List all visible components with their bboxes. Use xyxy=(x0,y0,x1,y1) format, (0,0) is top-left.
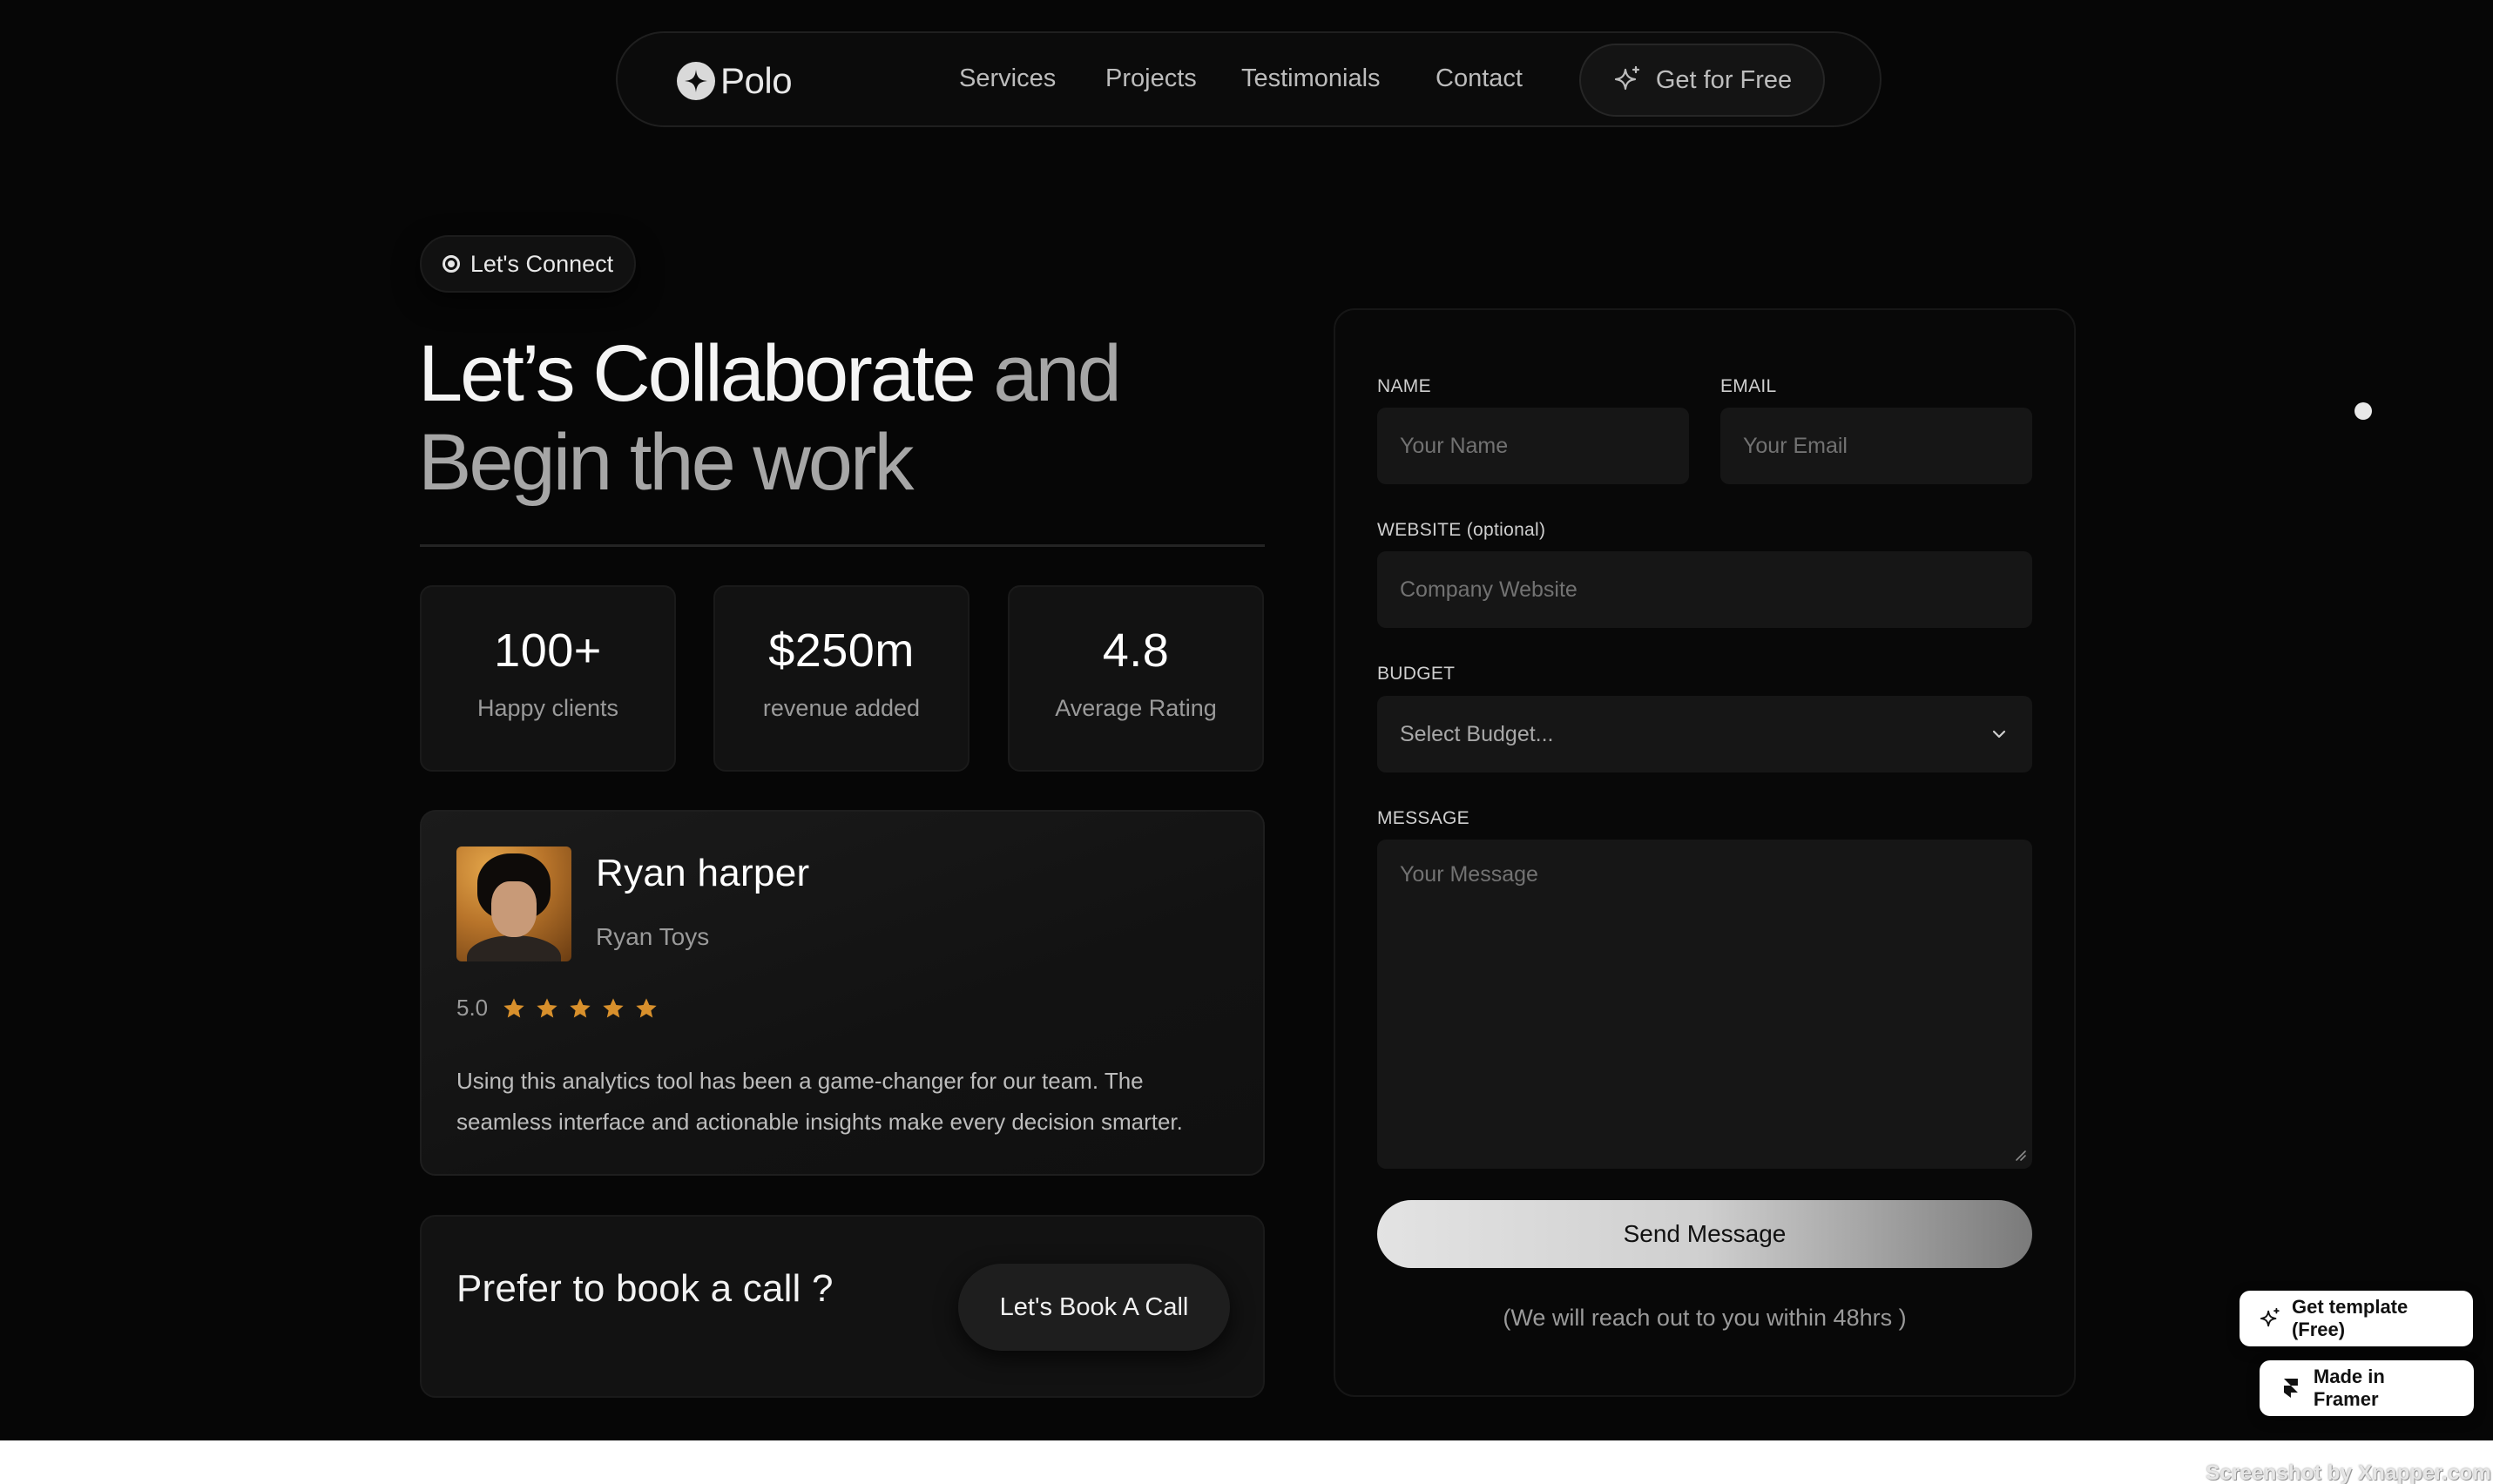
get-for-free-label: Get for Free xyxy=(1655,65,1793,94)
star-rating xyxy=(502,996,659,1021)
budget-label: BUDGET xyxy=(1377,664,1456,684)
send-message-button[interactable]: Send Message xyxy=(1377,1200,2032,1268)
made-in-framer-label: Made in Framer xyxy=(2313,1366,2385,1410)
star-icon xyxy=(503,997,524,1017)
book-call-button-label: Let's Book A Call xyxy=(999,1292,1189,1321)
testimonial-card: Ryan harper Ryan Toys 5.0 Using this ana… xyxy=(420,810,1265,1176)
contact-form: NAME EMAIL WEBSITE (optional) BUDGET Sel… xyxy=(1334,308,2076,1397)
website-field[interactable] xyxy=(1377,551,2032,628)
rating-score: 5.0 xyxy=(456,995,489,1021)
name-label: NAME xyxy=(1377,376,1431,396)
stat-card-revenue: $250m revenue added xyxy=(713,585,970,772)
email-field[interactable] xyxy=(1720,408,2032,484)
page: Polo Services Projects Testimonials Cont… xyxy=(0,0,2493,1440)
framer-logo-icon xyxy=(2283,1379,2298,1398)
stat-value: 100+ xyxy=(494,624,602,677)
star-icon xyxy=(537,997,557,1017)
testimonial-quote: Using this analytics tool has been a gam… xyxy=(456,1068,1183,1135)
send-message-label: Send Message xyxy=(1623,1220,1787,1247)
book-call-card: Prefer to book a call ? Let's Book A Cal… xyxy=(420,1215,1265,1398)
tag-label: Let's Connect xyxy=(470,250,614,277)
scroll-indicator[interactable] xyxy=(2354,402,2372,420)
resize-handle-icon[interactable] xyxy=(2013,1148,2027,1162)
book-call-button[interactable]: Let's Book A Call xyxy=(958,1264,1230,1351)
avatar xyxy=(456,847,571,961)
stat-card-clients: 100+ Happy clients xyxy=(420,585,676,772)
sparkle-logo-icon xyxy=(677,62,715,100)
stat-label: Happy clients xyxy=(476,695,619,721)
star-icon xyxy=(603,997,624,1017)
get-template-label: Get template (Free) xyxy=(2291,1296,2409,1340)
divider xyxy=(420,544,1265,547)
watermark: Screenshot by Xnapper.com xyxy=(2206,1461,2491,1484)
made-in-framer-badge[interactable]: Made in Framer xyxy=(2260,1360,2474,1416)
chevron-down-icon xyxy=(1992,730,2006,739)
budget-select[interactable]: Select Budget... xyxy=(1377,696,2032,772)
email-label: EMAIL xyxy=(1720,376,1777,396)
message-field[interactable] xyxy=(1377,840,2032,1169)
testimonial-company: Ryan Toys xyxy=(596,923,710,950)
headline-muted-and: and xyxy=(973,329,1122,418)
nav-link-testimonials[interactable]: Testimonials xyxy=(1241,64,1381,93)
headline-strong: Let’s Collaborate xyxy=(418,329,976,418)
rating: 5.0 xyxy=(456,995,659,1022)
get-for-free-button[interactable]: Get for Free xyxy=(1579,44,1825,117)
brand-logo[interactable]: Polo xyxy=(677,59,793,103)
message-label: MESSAGE xyxy=(1377,808,1469,828)
stat-card-rating: 4.8 Average Rating xyxy=(1008,585,1264,772)
stat-label: Average Rating xyxy=(1055,695,1217,721)
nav-link-services[interactable]: Services xyxy=(959,64,1056,93)
nav-link-projects[interactable]: Projects xyxy=(1105,64,1197,93)
website-label: WEBSITE (optional) xyxy=(1377,520,1546,540)
nav-link-contact[interactable]: Contact xyxy=(1436,64,1523,93)
bottom-strip xyxy=(0,1440,2493,1484)
radio-dot-icon xyxy=(442,255,460,273)
sparkles-icon xyxy=(2260,1307,2280,1327)
get-template-badge[interactable]: Get template (Free) xyxy=(2240,1291,2473,1346)
stat-value: $250m xyxy=(768,624,915,677)
budget-selected-value: Select Budget... xyxy=(1400,721,1554,746)
star-icon xyxy=(570,997,591,1017)
name-field[interactable] xyxy=(1377,408,1689,484)
sparkles-icon xyxy=(1614,65,1639,91)
testimonial-name: Ryan harper xyxy=(596,852,810,894)
stat-value: 4.8 xyxy=(1102,624,1170,677)
top-nav: Polo Services Projects Testimonials Cont… xyxy=(616,31,1882,127)
stat-label: revenue added xyxy=(762,695,921,721)
book-call-title: Prefer to book a call ? xyxy=(456,1267,834,1310)
star-icon xyxy=(636,997,657,1017)
headline-muted-begin: Begin the work xyxy=(418,418,915,507)
lets-connect-tag: Let's Connect xyxy=(420,235,636,293)
response-time-note: (We will reach out to you within 48hrs ) xyxy=(1503,1305,1907,1331)
page-title: Let’s Collaborate and Begin the work xyxy=(418,329,1289,507)
brand-name: Polo xyxy=(720,60,793,101)
